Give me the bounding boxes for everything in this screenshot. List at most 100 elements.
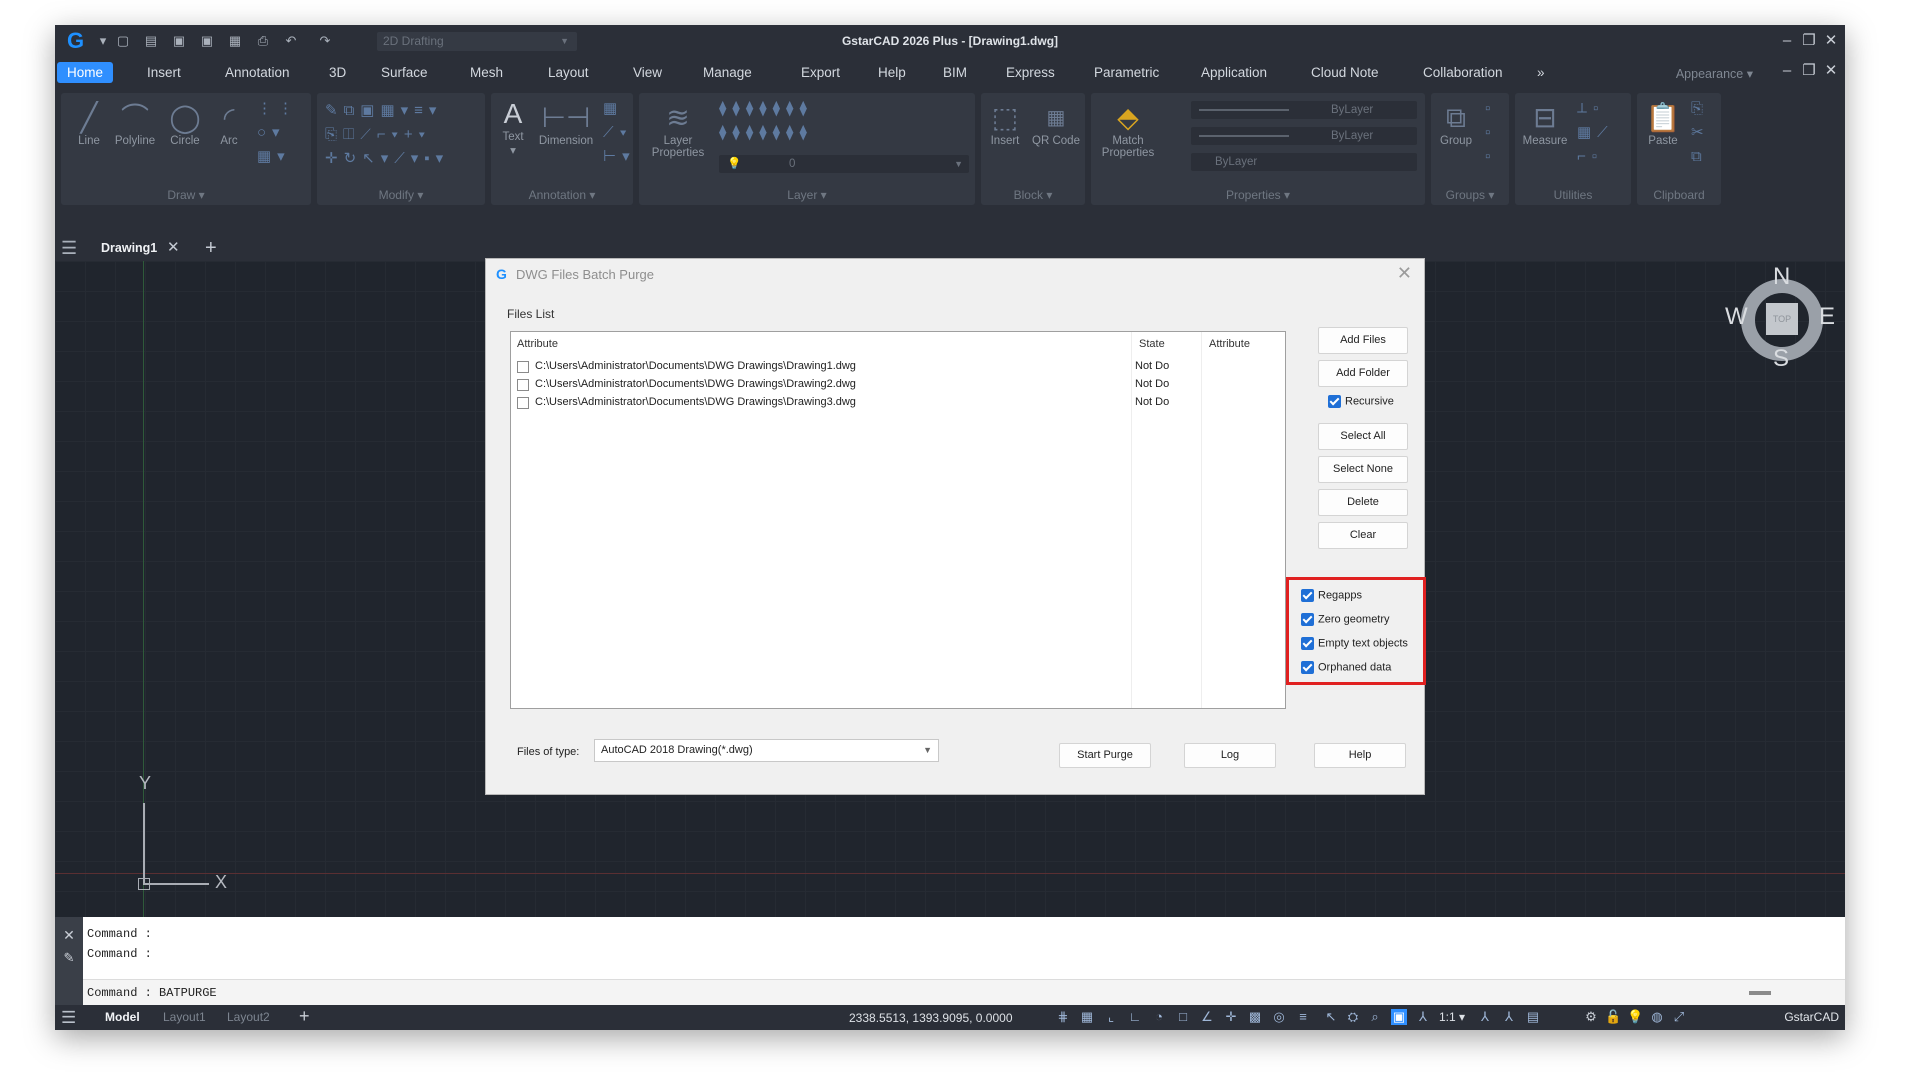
utilities-extra-icons[interactable]: ⟂▫ ▦⟋ ⌐▫ bbox=[1577, 97, 1629, 169]
tab-parametric[interactable]: Parametric bbox=[1084, 62, 1169, 83]
dimension-tool[interactable]: ⊢⊣ Dimension bbox=[533, 101, 599, 147]
tab-help[interactable]: Help bbox=[868, 62, 916, 83]
cursor-icon[interactable]: ↖ bbox=[1323, 1009, 1339, 1025]
row-checkbox[interactable] bbox=[517, 397, 529, 409]
circle-tool[interactable]: ◯ Circle bbox=[163, 101, 207, 147]
polyline-tool[interactable]: ⌒ Polyline bbox=[109, 101, 161, 147]
column-header-attribute-2[interactable]: Attribute bbox=[1209, 338, 1250, 350]
pencil-icon[interactable]: ✎ bbox=[55, 950, 83, 966]
lightbulb-icon[interactable]: 💡 bbox=[1627, 1009, 1643, 1025]
infer-constraints-icon[interactable]: ⌞ bbox=[1103, 1009, 1119, 1025]
match-properties-tool[interactable]: ⬘ Match Properties bbox=[1093, 101, 1163, 159]
transparency-icon[interactable]: ≡ bbox=[1295, 1009, 1311, 1025]
annotation-extra-icons[interactable]: ▦ ⟋▾ ⊢▾ bbox=[603, 97, 633, 169]
block-panel-label[interactable]: Block ▾ bbox=[981, 188, 1085, 202]
hamburger-menu-icon[interactable]: ☰ bbox=[61, 1008, 76, 1028]
appearance-menu[interactable]: Appearance ▾ bbox=[1676, 66, 1753, 81]
tab-view[interactable]: View bbox=[623, 62, 672, 83]
annotation-scale[interactable]: 1:1 ▾ bbox=[1439, 1010, 1465, 1024]
select-all-button[interactable]: Select All bbox=[1318, 423, 1408, 450]
arc-tool[interactable]: ◜ Arc bbox=[209, 101, 249, 147]
files-of-type-dropdown[interactable]: AutoCAD 2018 Drawing(*.dwg) ▼ bbox=[594, 739, 939, 762]
restore-icon[interactable]: ❐ bbox=[1799, 31, 1819, 51]
tab-express[interactable]: Express bbox=[996, 62, 1065, 83]
delete-button[interactable]: Delete bbox=[1318, 489, 1408, 516]
layer-properties-tool[interactable]: ≋ Layer Properties bbox=[643, 101, 713, 159]
workspace-switch-icon[interactable]: ⅄ bbox=[1501, 1009, 1517, 1025]
draw-panel-label[interactable]: Draw ▾ bbox=[61, 188, 311, 202]
zoom-icon[interactable]: ⌕ bbox=[1367, 1009, 1383, 1025]
utilities-panel-label[interactable]: Utilities bbox=[1515, 188, 1631, 202]
polar-tracking-icon[interactable]: ◔ bbox=[1151, 1009, 1167, 1025]
tab-insert[interactable]: Insert bbox=[137, 62, 191, 83]
tab-layout2[interactable]: Layout2 bbox=[227, 1010, 270, 1024]
minimize-icon[interactable]: – bbox=[1777, 31, 1797, 51]
dynamic-input-icon[interactable]: ✛ bbox=[1223, 1009, 1239, 1025]
tab-layout1[interactable]: Layout1 bbox=[163, 1010, 206, 1024]
layer-tool-icons[interactable]: ⧫⧫⧫⧫⧫⧫⧫ ⧫⧫⧫⧫⧫⧫⧫ bbox=[719, 97, 969, 145]
viewport-icon[interactable]: ▣ bbox=[1391, 1009, 1407, 1025]
layer-panel-label[interactable]: Layer ▾ bbox=[639, 188, 975, 202]
minimize-icon[interactable]: – bbox=[1777, 61, 1797, 81]
modify-panel-label[interactable]: Modify ▾ bbox=[317, 188, 485, 202]
qr-code-tool[interactable]: ▦ QR Code bbox=[1031, 101, 1081, 147]
start-purge-button[interactable]: Start Purge bbox=[1059, 743, 1151, 768]
measure-tool[interactable]: ⊟ Measure bbox=[1517, 101, 1573, 147]
draw-extra-icons[interactable]: ⋮⋮ ○▾ ▦▾ bbox=[257, 97, 307, 169]
groups-extra-icons[interactable]: ▫ ▫ ▫ bbox=[1485, 97, 1505, 169]
compass-south[interactable]: S bbox=[1773, 345, 1789, 373]
selection-filter-icon[interactable]: ⛭ bbox=[1345, 1009, 1361, 1025]
isolate-objects-icon[interactable]: ◍ bbox=[1649, 1009, 1665, 1025]
row-checkbox[interactable] bbox=[517, 379, 529, 391]
modify-tool-icons[interactable]: ✎⧉▣▦▾≡▾ ⎘◫⟋⌐▾+▾ ✛↻↖▾⟋▾▪▾ bbox=[325, 99, 485, 171]
ortho-icon[interactable]: ∟ bbox=[1127, 1009, 1143, 1025]
lineweight-icon[interactable]: ▩ bbox=[1247, 1009, 1263, 1025]
command-window-handle[interactable]: ✕ ✎ bbox=[55, 917, 83, 1005]
list-item[interactable]: C:\Users\Administrator\Documents\DWG Dra… bbox=[515, 376, 1283, 394]
compass-north[interactable]: N bbox=[1773, 263, 1790, 291]
clipboard-panel-label[interactable]: Clipboard bbox=[1637, 188, 1721, 202]
tab-collaboration[interactable]: Collaboration bbox=[1413, 62, 1513, 83]
lock-icon[interactable]: 🔓 bbox=[1605, 1009, 1621, 1025]
add-tab-icon[interactable]: + bbox=[205, 236, 217, 260]
close-icon[interactable]: ✕ bbox=[1397, 263, 1412, 284]
row-checkbox[interactable] bbox=[517, 361, 529, 373]
annotation-panel-label[interactable]: Annotation ▾ bbox=[491, 188, 633, 202]
close-icon[interactable]: ✕ bbox=[1821, 61, 1841, 81]
command-input[interactable]: Command : BATPURGE bbox=[83, 979, 1845, 1005]
restore-icon[interactable]: ❐ bbox=[1799, 61, 1819, 81]
groups-panel-label[interactable]: Groups ▾ bbox=[1431, 188, 1509, 202]
quick-properties-icon[interactable]: ▤ bbox=[1525, 1009, 1541, 1025]
current-layer-dropdown[interactable]: 💡 0 ▼ bbox=[719, 155, 969, 173]
tab-manage[interactable]: Manage bbox=[693, 62, 762, 83]
tab-drawing1[interactable]: Drawing1 bbox=[95, 237, 195, 259]
tab-cloud-note[interactable]: Cloud Note bbox=[1301, 62, 1389, 83]
snap-tracking-icon[interactable]: ∠ bbox=[1199, 1009, 1215, 1025]
close-icon[interactable]: ✕ bbox=[55, 927, 83, 944]
viewcube[interactable]: TOP N S E W bbox=[1723, 263, 1839, 379]
add-files-button[interactable]: Add Files bbox=[1318, 327, 1408, 354]
tab-surface[interactable]: Surface bbox=[371, 62, 438, 83]
close-icon[interactable]: ✕ bbox=[1821, 31, 1841, 51]
column-header-attribute[interactable]: Attribute bbox=[517, 338, 558, 350]
tab-3d[interactable]: 3D bbox=[319, 62, 356, 83]
tab-model[interactable]: Model bbox=[105, 1010, 140, 1024]
insert-block-tool[interactable]: ⬚ Insert bbox=[983, 101, 1027, 147]
line-tool[interactable]: ╱ Line bbox=[69, 101, 109, 147]
group-tool[interactable]: ⧉ Group bbox=[1433, 101, 1479, 147]
more-tabs-icon[interactable]: » bbox=[1527, 62, 1555, 83]
column-header-state[interactable]: State bbox=[1139, 338, 1165, 350]
compass-west[interactable]: W bbox=[1725, 303, 1748, 331]
paste-tool[interactable]: 📋 Paste bbox=[1639, 101, 1687, 147]
tab-bim[interactable]: BIM bbox=[933, 62, 977, 83]
hamburger-menu-icon[interactable]: ☰ bbox=[61, 238, 83, 258]
log-button[interactable]: Log bbox=[1184, 743, 1276, 768]
tab-application[interactable]: Application bbox=[1191, 62, 1277, 83]
viewcube-top-face[interactable]: TOP bbox=[1766, 303, 1798, 335]
clear-button[interactable]: Clear bbox=[1318, 522, 1408, 549]
linetype-dropdown[interactable]: ByLayer bbox=[1191, 127, 1417, 145]
properties-panel-label[interactable]: Properties ▾ bbox=[1091, 188, 1425, 202]
add-layout-icon[interactable]: + bbox=[299, 1006, 310, 1027]
color-dropdown[interactable]: ByLayer bbox=[1191, 101, 1417, 119]
clipboard-extra-icons[interactable]: ⎘ ✂ ⧉ bbox=[1691, 97, 1717, 169]
